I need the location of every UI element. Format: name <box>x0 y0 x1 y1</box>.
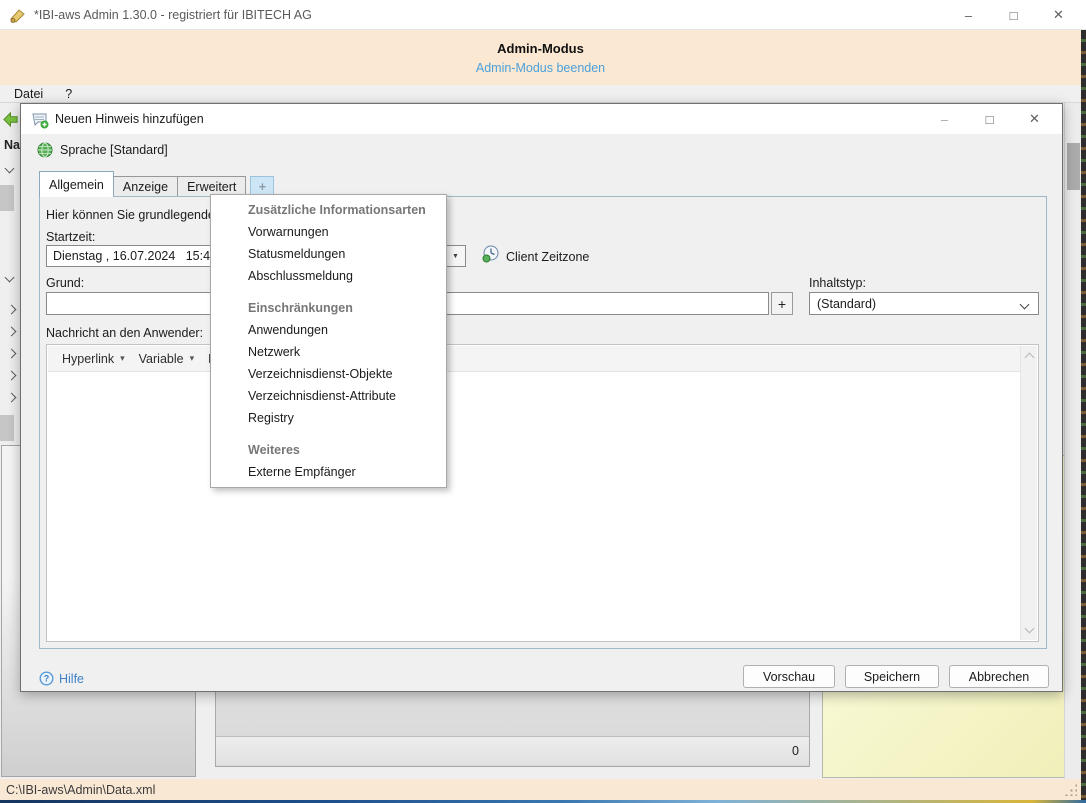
save-button[interactable]: Speichern <box>845 665 939 688</box>
language-bar-label: Sprache [Standard] <box>60 143 168 157</box>
scroll-up-icon[interactable] <box>1025 353 1035 363</box>
dialog-titlebar: Neuen Hinweis hinzufügen – □ ✕ <box>21 104 1062 134</box>
help-link[interactable]: ? Hilfe <box>39 671 84 686</box>
admin-mode-heading: Admin-Modus <box>0 41 1081 56</box>
globe-icon <box>37 142 53 158</box>
dialog-title: Neuen Hinweis hinzufügen <box>55 112 204 126</box>
back-arrow-icon[interactable] <box>2 111 19 128</box>
add-information-menu: Zusätzliche Informationsarten Vorwarnung… <box>210 194 447 488</box>
startzeit-label: Startzeit: <box>46 230 95 244</box>
menu-item-verzeichnisdienst-attribute[interactable]: Verzeichnisdienst-Attribute <box>211 385 446 407</box>
editor-scrollbar[interactable] <box>1020 346 1037 640</box>
minimize-button[interactable]: – <box>946 0 991 30</box>
maximize-button[interactable]: □ <box>991 0 1036 30</box>
editor-toolbar: Hyperlink ▾ Variable ▾ Be <box>48 346 1037 372</box>
hyperlink-dropdown-button[interactable]: Hyperlink ▾ <box>62 352 125 366</box>
startzeit-dropdown-icon[interactable]: ▼ <box>445 246 465 266</box>
dropdown-arrow-icon: ▾ <box>190 353 195 364</box>
menu-item-netzwerk[interactable]: Netzwerk <box>211 341 446 363</box>
list-item-fragment[interactable] <box>0 415 14 441</box>
language-bar[interactable]: Sprache [Standard] <box>37 142 168 158</box>
menu-item-abschlussmeldung[interactable]: Abschlussmeldung <box>211 265 446 287</box>
client-timezone-label: Client Zeitzone <box>506 250 589 264</box>
main-menubar: Datei ? <box>0 85 1081 103</box>
menu-section-header: Weiteres <box>211 439 446 461</box>
inhaltstyp-value: (Standard) <box>817 297 876 311</box>
dropdown-arrow-icon: ▾ <box>120 353 125 364</box>
dialog-minimize-button[interactable]: – <box>922 104 967 134</box>
tab-allgemein[interactable]: Allgemein <box>39 171 114 197</box>
svg-text:?: ? <box>44 674 50 684</box>
inhaltstyp-select[interactable]: (Standard) <box>809 292 1039 315</box>
menu-item-statusmeldungen[interactable]: Statusmeldungen <box>211 243 446 265</box>
chevron-down-icon <box>1020 300 1030 310</box>
admin-mode-exit-link[interactable]: Admin-Modus beenden <box>476 61 605 75</box>
scroll-down-icon[interactable] <box>1025 624 1035 634</box>
menu-item-registry[interactable]: Registry <box>211 407 446 429</box>
desktop-sliver <box>1081 30 1086 800</box>
client-timezone-icon <box>482 245 500 263</box>
variable-dropdown-button[interactable]: Variable ▾ <box>139 352 194 366</box>
inhaltstyp-label: Inhaltstyp: <box>809 276 866 290</box>
menu-datei[interactable]: Datei <box>6 87 51 101</box>
add-notice-dialog: Neuen Hinweis hinzufügen – □ ✕ Sprache [… <box>20 103 1063 692</box>
close-button[interactable]: ✕ <box>1036 0 1081 30</box>
dialog-close-button[interactable]: ✕ <box>1012 104 1057 134</box>
scrollbar-thumb[interactable] <box>1067 143 1080 190</box>
menu-help[interactable]: ? <box>57 87 80 101</box>
count-strip: 0 <box>216 736 809 765</box>
admin-mode-banner: Admin-Modus Admin-Modus beenden <box>0 30 1081 85</box>
add-notice-icon <box>31 111 49 129</box>
list-selection-fragment[interactable] <box>0 185 14 211</box>
count-value: 0 <box>792 744 799 758</box>
preview-button[interactable]: Vorschau <box>743 665 835 688</box>
message-editor-content[interactable] <box>48 372 1020 640</box>
help-label: Hilfe <box>59 672 84 686</box>
menu-section-header: Einschränkungen <box>211 297 446 319</box>
menu-item-anwendungen[interactable]: Anwendungen <box>211 319 446 341</box>
intro-text-fragment: Hier können Sie grundlegende Ei <box>46 208 229 222</box>
cancel-button[interactable]: Abbrechen <box>949 665 1049 688</box>
window-title: *IBI-aws Admin 1.30.0 - registriert für … <box>34 8 312 22</box>
menu-item-externe-empfaenger[interactable]: Externe Empfänger <box>211 461 446 483</box>
menu-item-vorwarnungen[interactable]: Vorwarnungen <box>211 221 446 243</box>
main-titlebar: *IBI-aws Admin 1.30.0 - registriert für … <box>0 0 1086 30</box>
help-icon: ? <box>39 671 54 686</box>
main-vertical-scrollbar[interactable] <box>1064 103 1081 779</box>
statusbar-path: C:\IBI-aws\Admin\Data.xml <box>6 783 155 797</box>
resize-grip[interactable] <box>1064 783 1077 796</box>
menu-item-verzeichnisdienst-objekte[interactable]: Verzeichnisdienst-Objekte <box>211 363 446 385</box>
dialog-maximize-button[interactable]: □ <box>967 104 1012 134</box>
list-column-header-fragment: Na <box>4 138 20 152</box>
grund-label: Grund: <box>46 276 84 290</box>
message-editor: Hyperlink ▾ Variable ▾ Be <box>46 344 1039 642</box>
tab-anzeige[interactable]: Anzeige <box>113 176 178 197</box>
statusbar: C:\IBI-aws\Admin\Data.xml <box>0 779 1081 800</box>
nachricht-label: Nachricht an den Anwender: <box>46 326 203 340</box>
app-icon <box>9 7 27 25</box>
grund-add-button[interactable]: + <box>771 292 793 315</box>
menu-section-header: Zusätzliche Informationsarten <box>211 199 446 221</box>
